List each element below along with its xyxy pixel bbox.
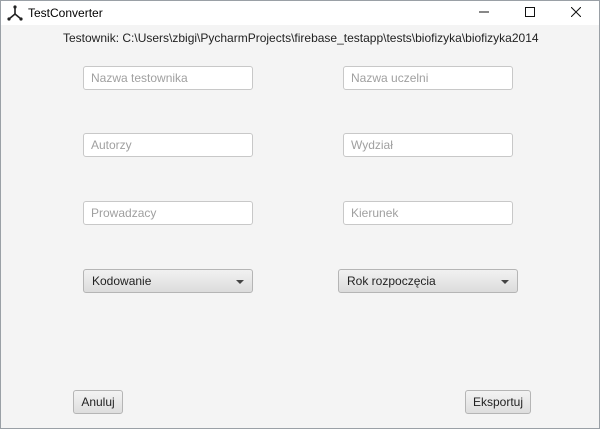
nazwa-uczelni-field[interactable] xyxy=(343,66,513,90)
prowadzacy-field[interactable] xyxy=(83,201,253,225)
minimize-button[interactable] xyxy=(461,1,507,25)
nazwa-testownika-field[interactable] xyxy=(83,66,253,90)
title-bar[interactable]: TestConverter xyxy=(1,1,599,25)
minimize-icon xyxy=(479,6,489,20)
maximize-button[interactable] xyxy=(507,1,553,25)
app-logo-icon xyxy=(7,5,23,21)
maximize-icon xyxy=(525,6,535,20)
chevron-down-icon xyxy=(236,280,244,284)
testownik-path-label: Testownik: C:\Users\zbigi\PycharmProject… xyxy=(63,31,539,45)
rok-rozpoczecia-select-value: Rok rozpoczęcia xyxy=(347,274,436,288)
kierunek-field[interactable] xyxy=(343,201,513,225)
kodowanie-select-value: Kodowanie xyxy=(92,274,152,288)
window-title: TestConverter xyxy=(28,6,103,20)
cancel-button[interactable]: Anuluj xyxy=(73,390,123,414)
kodowanie-select[interactable]: Kodowanie xyxy=(83,269,253,293)
autorzy-field[interactable] xyxy=(83,133,253,157)
close-button[interactable] xyxy=(553,1,599,25)
rok-rozpoczecia-select[interactable]: Rok rozpoczęcia xyxy=(338,269,518,293)
wydzial-field[interactable] xyxy=(343,133,513,157)
app-window: TestConverter Testownik: C:\Users\zbigi\… xyxy=(0,0,600,429)
export-button[interactable]: Eksportuj xyxy=(465,390,531,414)
chevron-down-icon xyxy=(501,280,509,284)
close-icon xyxy=(570,6,582,20)
